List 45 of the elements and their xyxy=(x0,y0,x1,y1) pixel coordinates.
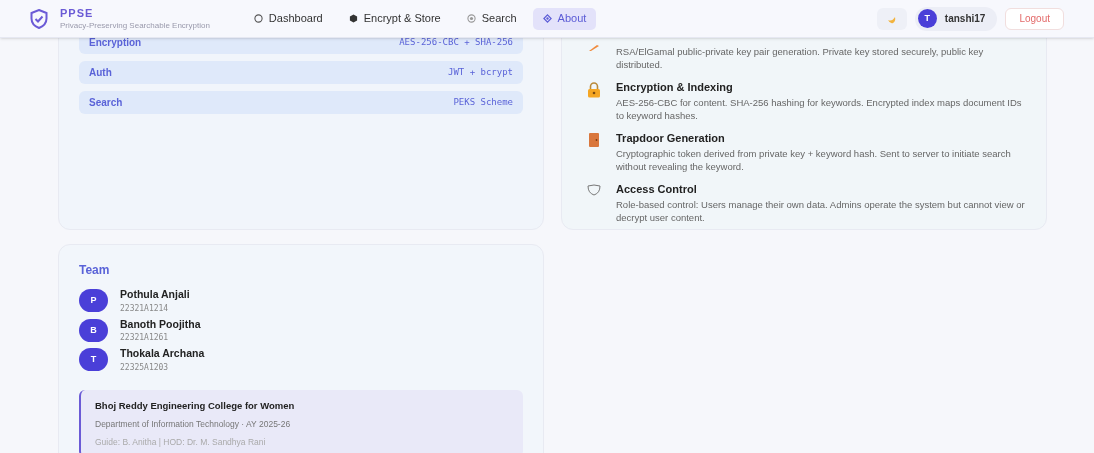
nav-tab[interactable]: Dashboard xyxy=(243,7,333,30)
user-menu-button[interactable]: T tanshi17 xyxy=(914,6,998,31)
app-title: PPSE xyxy=(60,7,95,19)
nav-tab[interactable]: Encrypt & Store xyxy=(338,7,451,30)
member-name: Pothula Anjali xyxy=(120,289,190,300)
hexagon-icon xyxy=(348,14,358,23)
username: tanshi17 xyxy=(944,12,986,26)
guide-text: Guide: B. Anitha | HOD: Dr. M. Sandhya Rani xyxy=(95,435,267,449)
diamond-icon xyxy=(542,14,552,23)
nav-tab[interactable]: Search xyxy=(456,7,527,30)
pencil-icon xyxy=(589,45,599,51)
feature-description: Cryptographic token derived from private key + keyword hash. Sent to server to initiate search without revealing the keyword. xyxy=(616,147,1012,173)
feature-description: RSA/ElGamal public-private key pair generation. Private key stored securely, public key distributed. xyxy=(616,45,985,71)
member-name: Thokala Archana xyxy=(120,348,205,359)
nav-tab[interactable]: About xyxy=(532,7,597,30)
app-subtitle: Privacy-Preserving Searchable Encryption xyxy=(60,21,210,30)
theme-toggle-button[interactable] xyxy=(876,7,907,30)
stack-label: Auth xyxy=(89,66,112,80)
college-name: Bhoj Reddy Engineering College for Women xyxy=(95,398,296,413)
member-avatar: T xyxy=(79,348,108,372)
shield-check-icon xyxy=(30,8,48,29)
stack-label: Encryption xyxy=(89,38,142,50)
team-heading: Team xyxy=(79,262,111,279)
member-avatar: P xyxy=(79,289,108,313)
circle-icon xyxy=(253,14,263,23)
member-id: 22325A1203 xyxy=(120,363,170,372)
member-id: 22321A1214 xyxy=(120,304,170,313)
feature-description: AES-256-CBC for content. SHA-256 hashing for keywords. Encrypted index maps document IDs to keyword hashes. xyxy=(616,96,1023,122)
shield-icon xyxy=(587,184,601,196)
stack-value: AES-256-CBC + SHA-256 xyxy=(399,38,513,49)
target-icon xyxy=(466,14,476,23)
door-icon xyxy=(589,133,599,147)
stack-value: JWT + bcrypt xyxy=(447,65,513,79)
feature-title: Access Control xyxy=(616,182,698,196)
feature-description: Role-based control: Users manage their own data. Admins operate the system but cannot view or decrypt user content. xyxy=(616,198,1026,224)
stack-label: Search xyxy=(89,96,123,110)
department-text: Department of Information Technology · AY 2025-26 xyxy=(95,417,292,431)
member-name: Banoth Poojitha xyxy=(120,318,201,329)
member-id: 22321A1261 xyxy=(120,334,170,342)
stack-value: PEKS Scheme xyxy=(453,95,513,109)
feature-title: Encryption & Indexing xyxy=(616,80,734,94)
feature-title: Trapdoor Generation xyxy=(616,131,726,145)
lock-icon xyxy=(587,82,601,98)
user-avatar: T xyxy=(917,9,937,28)
member-avatar: B xyxy=(79,318,108,342)
